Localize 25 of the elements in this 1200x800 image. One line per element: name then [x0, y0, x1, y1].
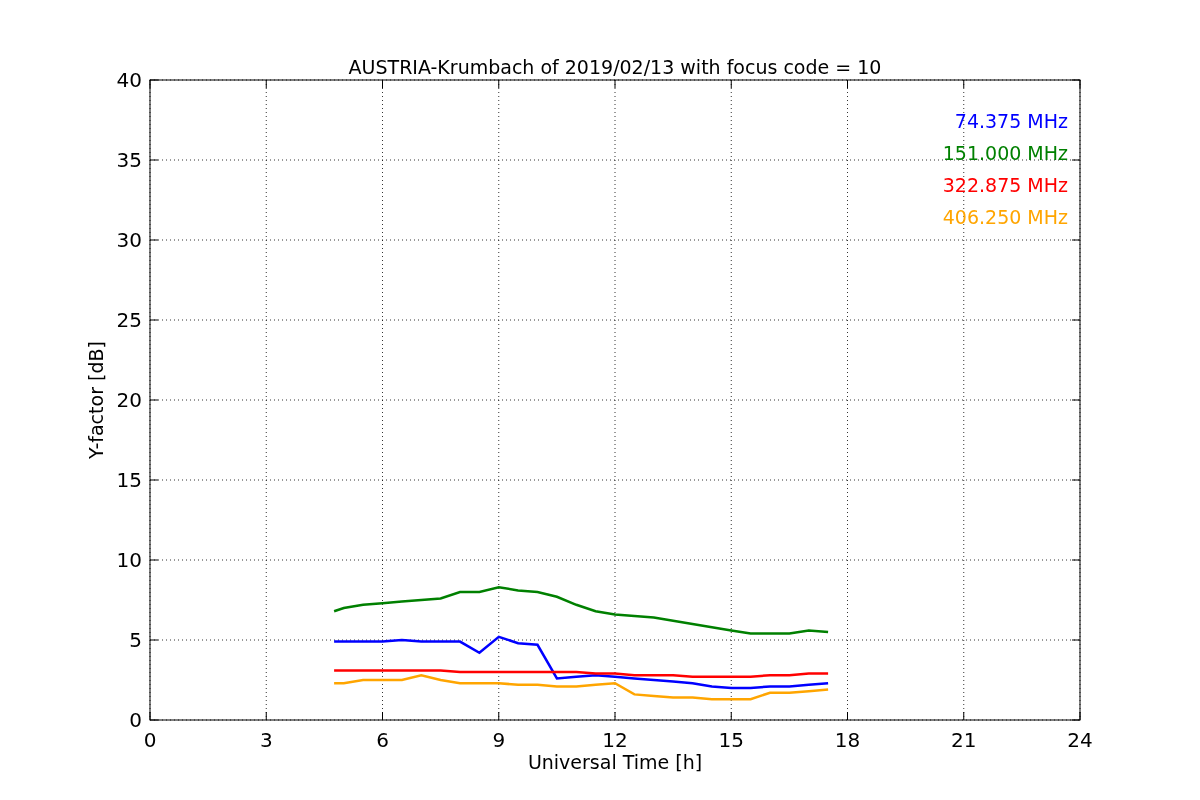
y-tick-label: 10	[116, 548, 142, 572]
legend-label: 406.250 MHz	[942, 206, 1068, 228]
x-tick-label: 12	[602, 728, 628, 752]
y-tick-label: 25	[116, 308, 142, 332]
y-tick-label: 15	[116, 468, 142, 492]
legend-label: 322.875 MHz	[942, 174, 1068, 196]
chart-title: AUSTRIA-Krumbach of 2019/02/13 with focus code = 10	[348, 56, 882, 78]
y-tick-label: 5	[129, 628, 142, 652]
x-tick-label: 21	[951, 728, 977, 752]
x-tick-label: 0	[143, 728, 157, 752]
x-tick-label: 6	[376, 728, 389, 752]
y-tick-label: 35	[116, 148, 142, 172]
x-tick-label: 24	[1067, 728, 1093, 752]
y-tick-label: 0	[129, 708, 142, 732]
legend-label: 151.000 MHz	[942, 142, 1068, 164]
y-tick-label: 40	[116, 68, 142, 92]
x-tick-label: 9	[492, 728, 506, 752]
legend-label: 74.375 MHz	[954, 110, 1068, 132]
x-axis-label: Universal Time [h]	[527, 751, 703, 773]
x-tick-label: 18	[834, 728, 861, 752]
y-axis-label: Y-factor [dB]	[85, 341, 107, 459]
y-tick-label: 30	[116, 228, 142, 252]
x-tick-label: 3	[259, 728, 273, 752]
y-tick-label: 20	[116, 388, 142, 412]
x-tick-label: 15	[718, 728, 744, 752]
